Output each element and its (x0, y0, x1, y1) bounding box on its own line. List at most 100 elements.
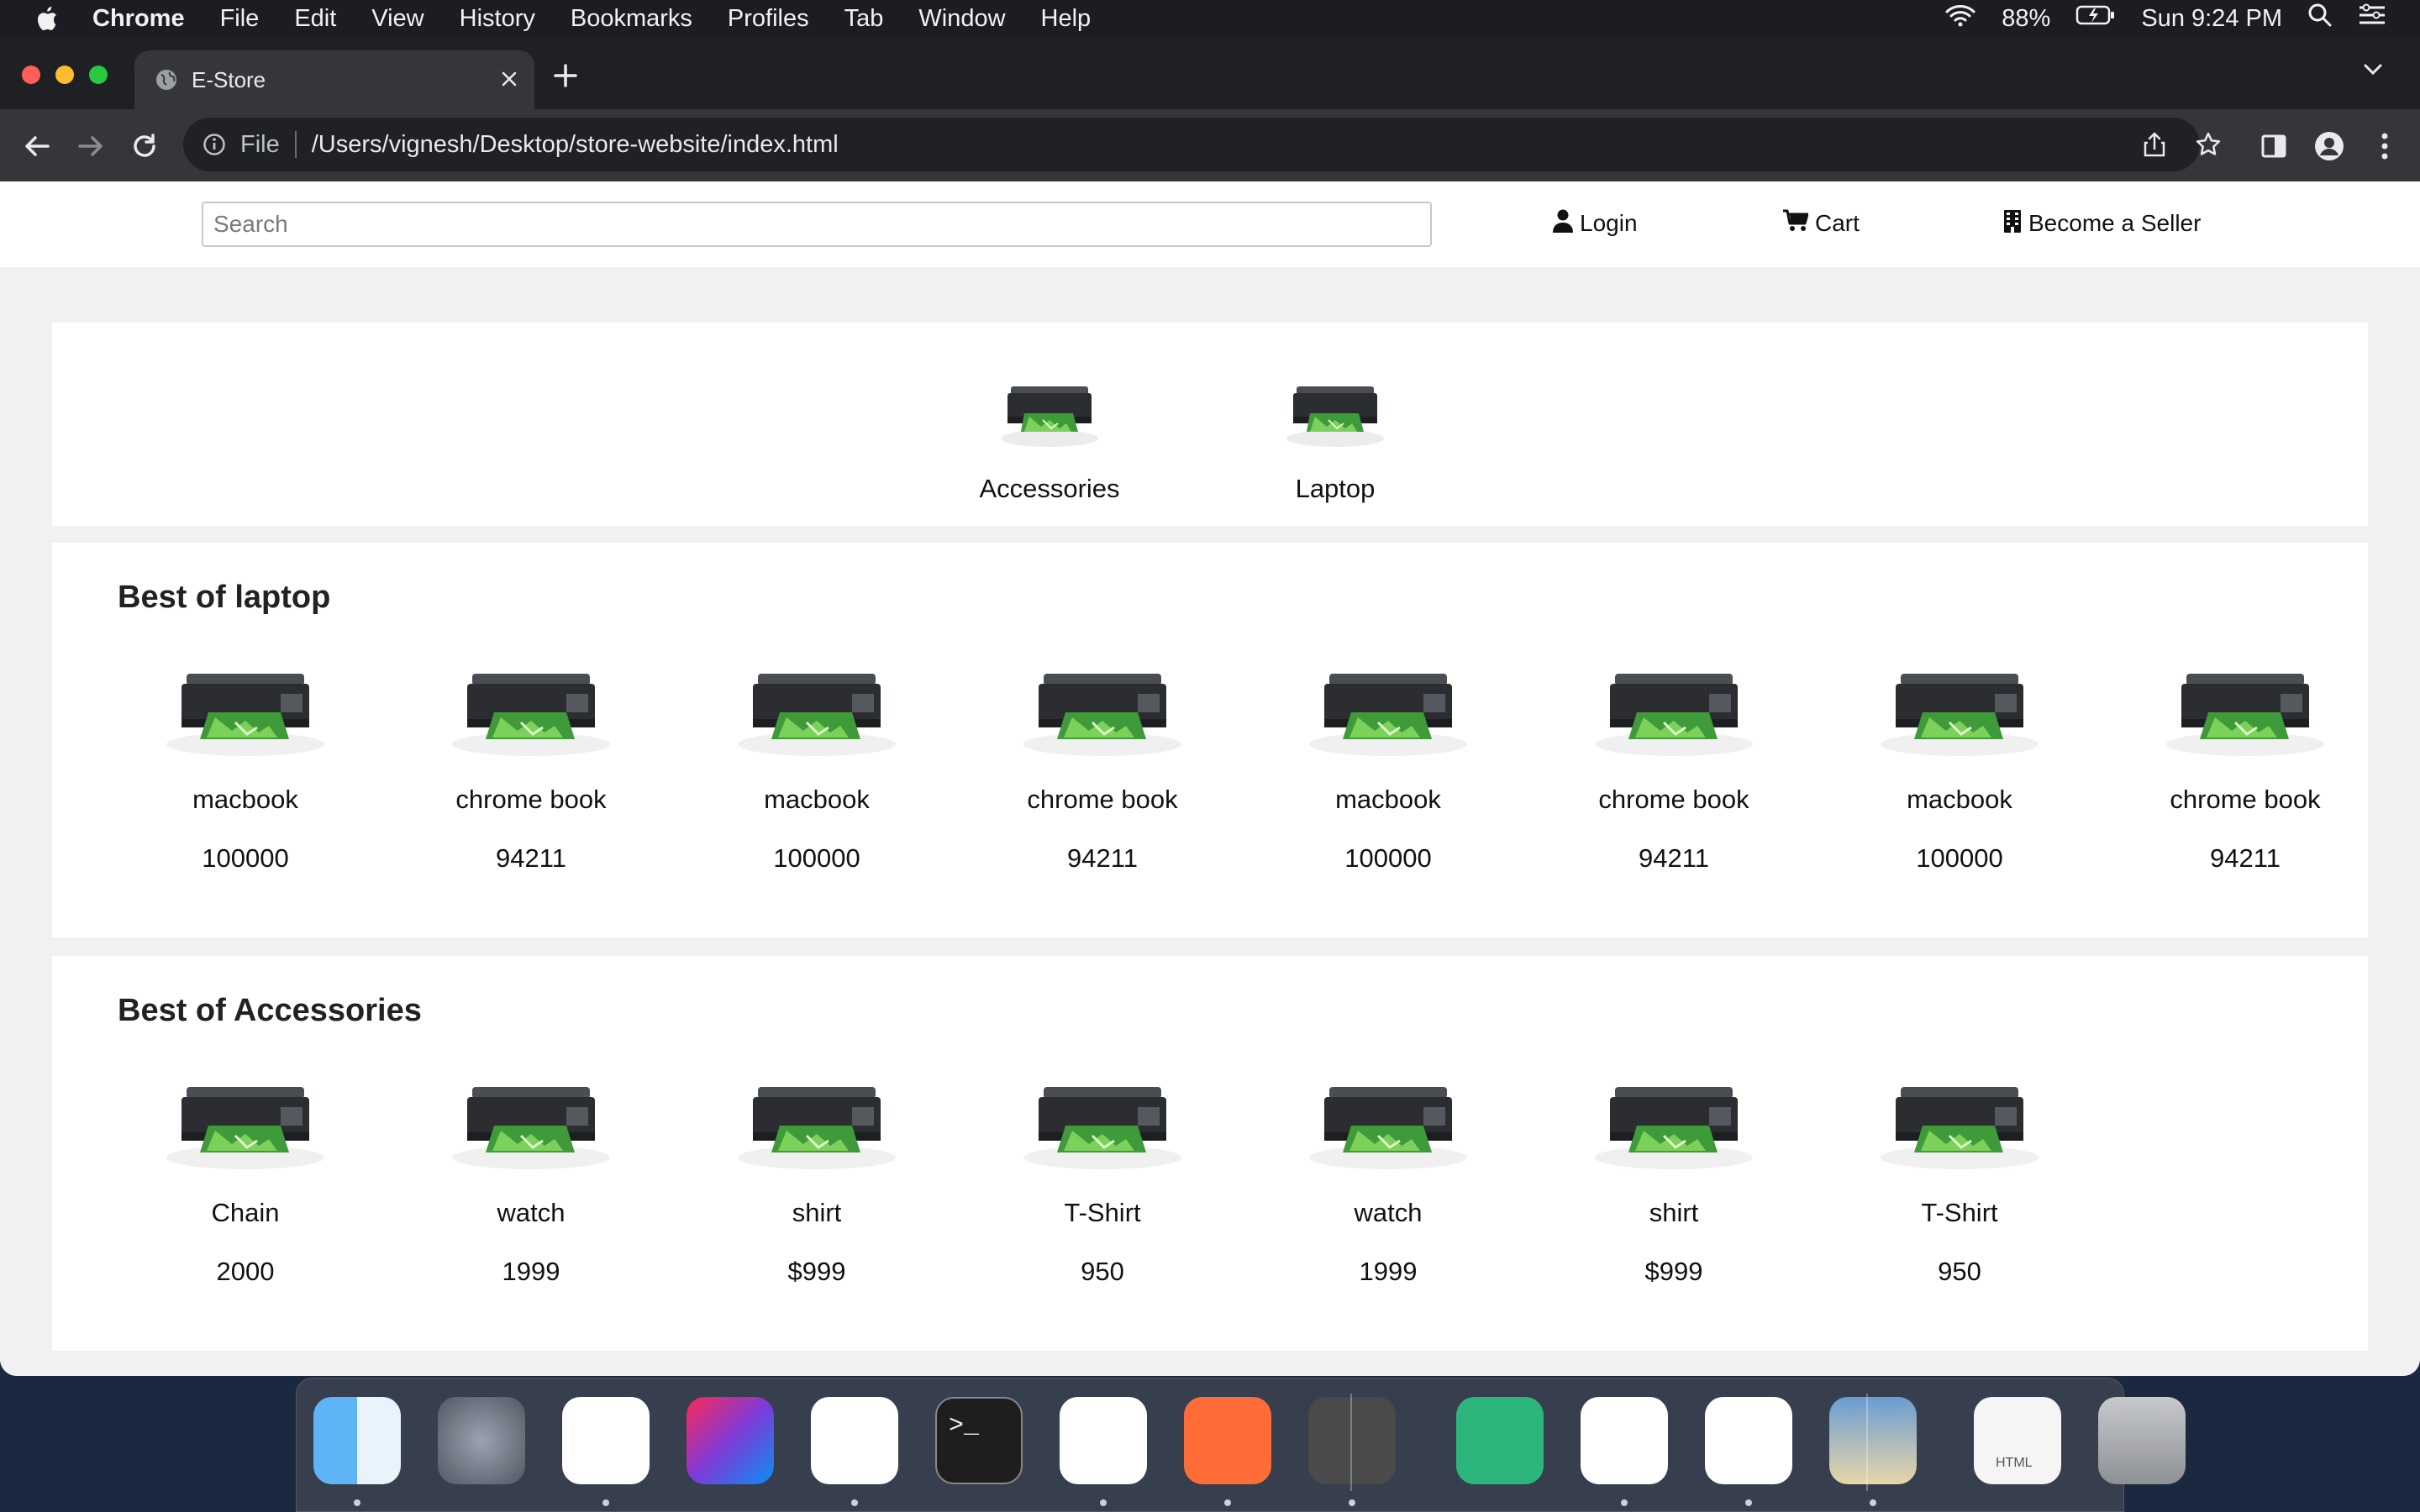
search-input[interactable] (202, 202, 1432, 247)
printer-product-image (1309, 1087, 1467, 1169)
forward-arrow-icon[interactable] (76, 131, 106, 161)
printer-product-image (1881, 1087, 2039, 1169)
tab-e-store[interactable]: E-Store (134, 50, 534, 109)
spotlight-search-icon[interactable] (2307, 3, 2333, 34)
close-window-button[interactable] (22, 66, 40, 84)
product-name: chrome book (2170, 785, 2321, 814)
printer-product-image (166, 674, 324, 756)
product-price: 950 (1081, 1257, 1124, 1286)
product-price: $999 (787, 1257, 846, 1286)
product-name: T-Shirt (1064, 1198, 1141, 1227)
clock[interactable]: Sun 9:24 PM (2141, 5, 2282, 33)
product-name: watch (1354, 1198, 1423, 1227)
browser-window: E-Store File /Users/vignesh/Desktop/stor… (0, 37, 2420, 1376)
menu-bookmarks[interactable]: Bookmarks (571, 5, 692, 33)
html-document-icon[interactable]: HTML (1974, 1397, 2061, 1484)
menu-bar-status: 88% Sun 9:24 PM (1944, 0, 2386, 37)
printer-product-image (738, 1087, 896, 1169)
tab-search-chevron-down-icon[interactable] (2363, 62, 2383, 80)
menu-window[interactable]: Window (918, 5, 1005, 33)
building-icon (2003, 209, 2022, 239)
menu-edit[interactable]: Edit (294, 5, 336, 33)
product-price: 100000 (1344, 843, 1432, 873)
menu-app-name[interactable]: Chrome (92, 5, 185, 33)
printer-product-image (1309, 674, 1467, 756)
bookmark-star-icon[interactable] (2195, 131, 2222, 165)
trash-icon[interactable] (2098, 1397, 2186, 1484)
back-arrow-icon[interactable] (22, 131, 52, 161)
mongodb-compass-icon[interactable] (1581, 1397, 1668, 1484)
product-price: $999 (1644, 1257, 1703, 1286)
control-center-icon[interactable] (2358, 3, 2386, 34)
menu-help[interactable]: Help (1041, 5, 1092, 33)
product-price: 94211 (1639, 843, 1709, 873)
printer-product-image (1595, 1087, 1753, 1169)
address-bar[interactable]: File /Users/vignesh/Desktop/store-websit… (183, 118, 2221, 171)
section-best-of-laptop: Best of laptop macbook 100000 chrome book 9… (52, 543, 2368, 937)
chrome-icon[interactable] (811, 1397, 898, 1484)
macos-menu-bar: Chrome File Edit View History Bookmarks … (0, 0, 2420, 37)
maximize-window-button[interactable] (89, 66, 108, 84)
section-best-of-accessories: Best of Accessories Chain 2000 watch 1999 sh… (52, 956, 2368, 1351)
side-panel-icon[interactable] (2257, 129, 2291, 163)
close-tab-icon[interactable] (501, 66, 518, 94)
reload-icon[interactable] (129, 131, 160, 161)
more-menu-icon[interactable] (2368, 129, 2402, 163)
battery-icon[interactable] (2075, 4, 2116, 33)
printer-product-image (738, 674, 896, 756)
minimize-window-button[interactable] (55, 66, 74, 84)
product-name: shirt (792, 1198, 842, 1227)
new-tab-button[interactable] (553, 55, 578, 97)
section-title: Best of Accessories (118, 993, 422, 1028)
address-url[interactable]: /Users/vignesh/Desktop/store-website/ind… (312, 131, 839, 159)
vscode-icon[interactable] (1705, 1397, 1792, 1484)
product-name: T-Shirt (1921, 1198, 1998, 1227)
product-price: 1999 (502, 1257, 560, 1286)
product-price: 94211 (1067, 843, 1138, 873)
product-price: 100000 (202, 843, 289, 873)
menu-view[interactable]: View (371, 5, 424, 33)
product-name: chrome book (1598, 785, 1749, 814)
product-price: 1999 (1359, 1257, 1418, 1286)
menu-tab[interactable]: Tab (844, 5, 884, 33)
intellij-icon[interactable] (687, 1397, 774, 1484)
battery-percent: 88% (2002, 4, 2051, 32)
terminal-icon[interactable]: >_ (935, 1397, 1023, 1484)
browser-toolbar: File /Users/vignesh/Desktop/store-websit… (0, 109, 2420, 181)
menu-profiles[interactable]: Profiles (728, 5, 809, 33)
site-info-icon[interactable] (202, 132, 227, 157)
apple-menu-icon[interactable] (0, 5, 92, 32)
running-indicator-dot (1100, 1499, 1107, 1506)
login-link[interactable]: Login (1553, 207, 1638, 240)
profile-avatar-icon[interactable] (2312, 129, 2346, 163)
running-indicator-dot (1745, 1499, 1752, 1506)
address-scheme: File (240, 130, 280, 158)
become-seller-link[interactable]: Become a Seller (2003, 207, 2201, 240)
tableplus-icon[interactable] (1456, 1397, 1544, 1484)
menu-file[interactable]: File (220, 5, 260, 33)
preview-icon[interactable] (1829, 1397, 1917, 1484)
dbeaver-icon[interactable] (1060, 1397, 1147, 1484)
printer-product-image (2166, 674, 2324, 756)
printer-product-image (452, 1087, 610, 1169)
cart-link[interactable]: Cart (1783, 207, 1860, 240)
shopping-cart-icon (1783, 209, 1809, 239)
postman-icon[interactable] (1184, 1397, 1271, 1484)
product-name: chrome book (1027, 785, 1178, 814)
teams-icon[interactable] (562, 1397, 650, 1484)
finder-icon[interactable] (313, 1397, 401, 1484)
product-name: macbook (764, 785, 870, 814)
running-indicator-dot (1870, 1499, 1876, 1506)
product-name: macbook (1335, 785, 1441, 814)
menu-history[interactable]: History (460, 5, 535, 33)
printer-product-image (1286, 386, 1384, 447)
product-name: macbook (1907, 785, 2012, 814)
running-indicator-dot (1349, 1499, 1355, 1506)
globe-icon (155, 68, 178, 92)
become-seller-label: Become a Seller (2028, 210, 2202, 236)
sublime-text-icon[interactable] (1308, 1397, 1396, 1484)
share-icon[interactable] (2143, 131, 2166, 165)
launchpad-icon[interactable] (438, 1397, 525, 1484)
category-label: Laptop (1295, 474, 1376, 503)
wifi-icon[interactable] (1944, 3, 1976, 34)
